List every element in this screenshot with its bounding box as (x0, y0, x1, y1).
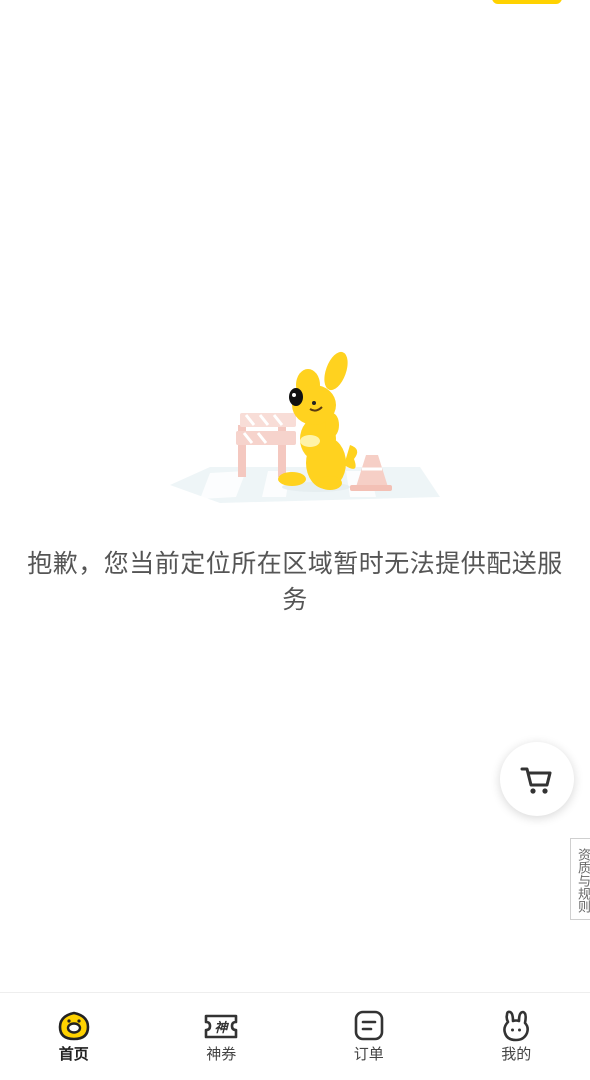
svg-text:神: 神 (215, 1020, 230, 1036)
profile-icon (503, 1010, 530, 1042)
tab-orders-label: 订单 (353, 1045, 384, 1063)
tab-orders[interactable]: 订单 (295, 993, 443, 1080)
tab-profile-label: 我的 (501, 1045, 532, 1063)
tab-home[interactable]: 首页 (0, 993, 148, 1080)
qualification-rules-tab[interactable]: 资质与规则 (570, 838, 590, 920)
tab-profile[interactable]: 我的 (443, 993, 590, 1080)
top-banner-edge[interactable] (492, 0, 562, 4)
app-screen: 抱歉，您当前定位所在区域暂时无法提供配送服务 资质与规则 首页 神 神券 订单 … (0, 0, 590, 1080)
order-icon (354, 1010, 384, 1041)
home-icon (58, 1011, 90, 1041)
coupon-icon: 神 (204, 1014, 238, 1039)
empty-state-message: 抱歉，您当前定位所在区域暂时无法提供配送服务 (27, 549, 563, 614)
tab-home-label: 首页 (58, 1045, 89, 1063)
cart-icon (520, 767, 552, 794)
tab-coupon-label: 神券 (206, 1045, 237, 1063)
empty-state-illustration (150, 345, 445, 510)
cart-button[interactable] (500, 742, 574, 816)
tab-coupon[interactable]: 神 神券 (148, 993, 296, 1080)
kangaroo-roadblock-image (170, 351, 440, 503)
bottom-tabbar: 首页 神 神券 订单 我的 (0, 992, 590, 1080)
